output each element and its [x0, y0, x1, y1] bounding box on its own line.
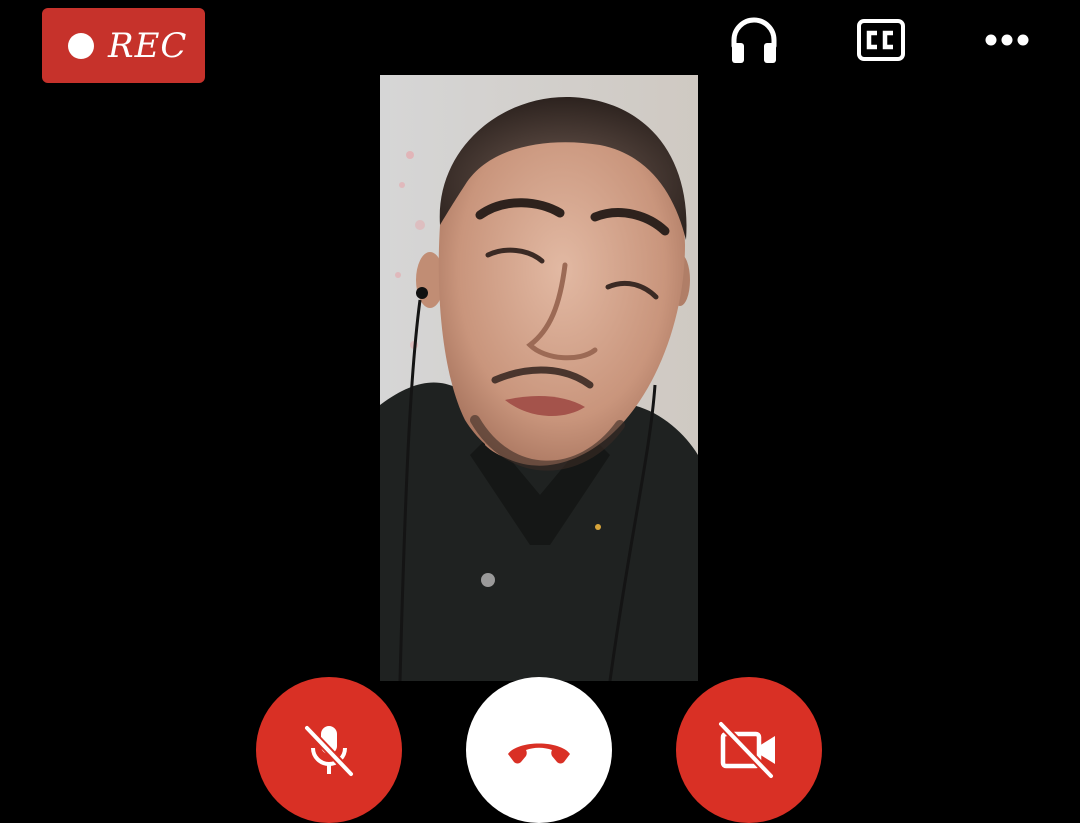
record-dot-icon — [68, 32, 94, 59]
mute-microphone-button[interactable] — [256, 677, 402, 823]
camera-off-button[interactable] — [676, 677, 822, 823]
record-label: REC — [108, 25, 188, 66]
closed-captions-icon[interactable] — [855, 14, 907, 66]
remote-participant-video — [380, 75, 698, 681]
video-call-screen: REC — [0, 0, 1080, 823]
end-call-icon — [508, 743, 570, 764]
camera-off-icon — [718, 721, 775, 779]
mic-off-icon — [304, 725, 354, 777]
more-options-icon[interactable] — [981, 14, 1033, 66]
record-button[interactable]: REC — [42, 8, 205, 83]
end-call-button[interactable] — [466, 677, 612, 823]
headphones-icon[interactable] — [728, 14, 780, 66]
